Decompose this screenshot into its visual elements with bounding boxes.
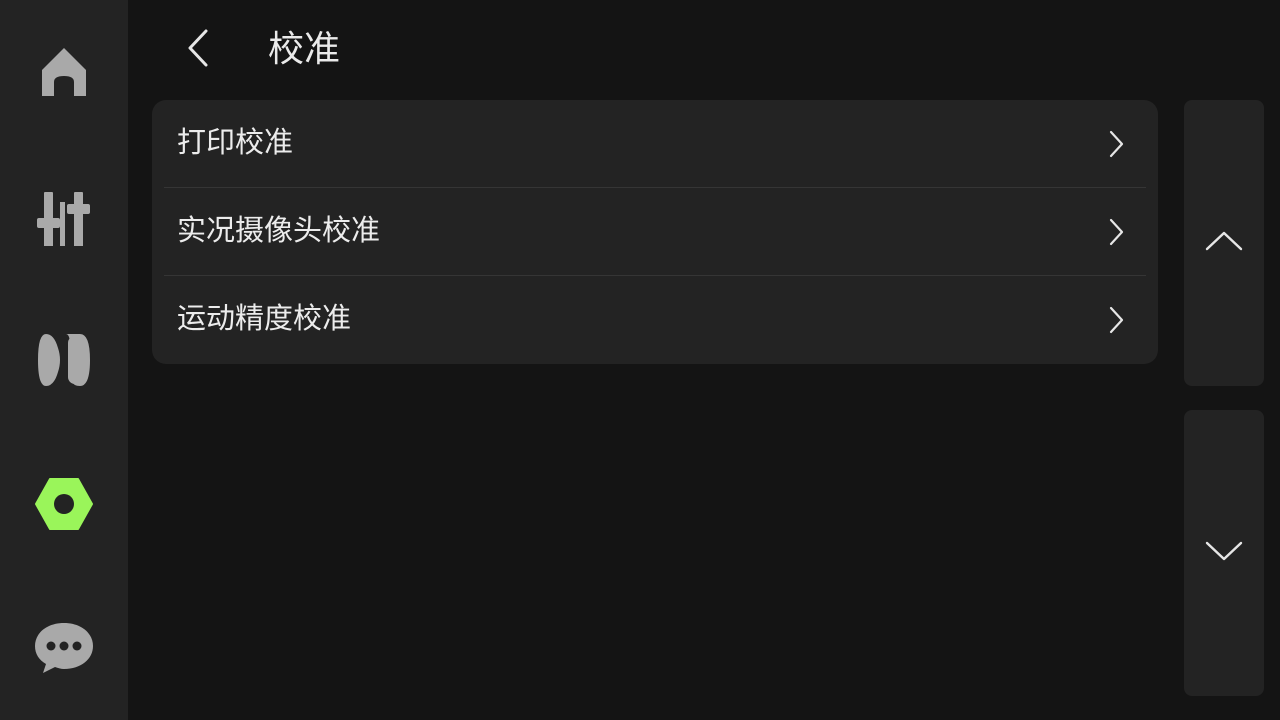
calibration-screen: 校准 打印校准 实况摄像头校准 运动精度校准	[0, 0, 1280, 720]
list-item-print-calibration[interactable]: 打印校准	[152, 100, 1158, 188]
sidebar-item-home[interactable]	[0, 0, 128, 144]
list-item-camera-calibration[interactable]: 实况摄像头校准	[152, 188, 1158, 276]
sliders-icon	[34, 186, 94, 246]
list-item-label: 实况摄像头校准	[177, 213, 381, 247]
home-icon	[36, 44, 92, 100]
back-button[interactable]	[170, 22, 226, 78]
chevron-right-icon	[1108, 218, 1124, 250]
list-item-label: 打印校准	[177, 125, 294, 159]
chevron-up-icon	[1205, 230, 1243, 256]
sidebar-item-controls[interactable]	[0, 144, 128, 288]
chevron-down-icon	[1205, 540, 1243, 566]
chevron-right-icon	[1108, 130, 1124, 162]
scroll-down-button[interactable]	[1184, 410, 1264, 696]
chat-bubble-icon	[33, 620, 95, 676]
list-item-label: 运动精度校准	[177, 301, 352, 335]
sidebar	[0, 0, 128, 720]
settings-nut-icon	[34, 476, 94, 532]
sidebar-item-messages[interactable]	[0, 576, 128, 720]
list-item-motion-accuracy-calibration[interactable]: 运动精度校准	[152, 276, 1158, 364]
scroll-up-button[interactable]	[1184, 100, 1264, 386]
sidebar-item-settings[interactable]	[0, 432, 128, 576]
chevron-right-icon	[1108, 306, 1124, 338]
filament-spool-icon	[36, 330, 92, 390]
chevron-left-icon	[186, 28, 210, 72]
sidebar-item-filament[interactable]	[0, 288, 128, 432]
page-title: 校准	[268, 29, 341, 70]
calibration-list: 打印校准 实况摄像头校准 运动精度校准	[152, 100, 1158, 364]
